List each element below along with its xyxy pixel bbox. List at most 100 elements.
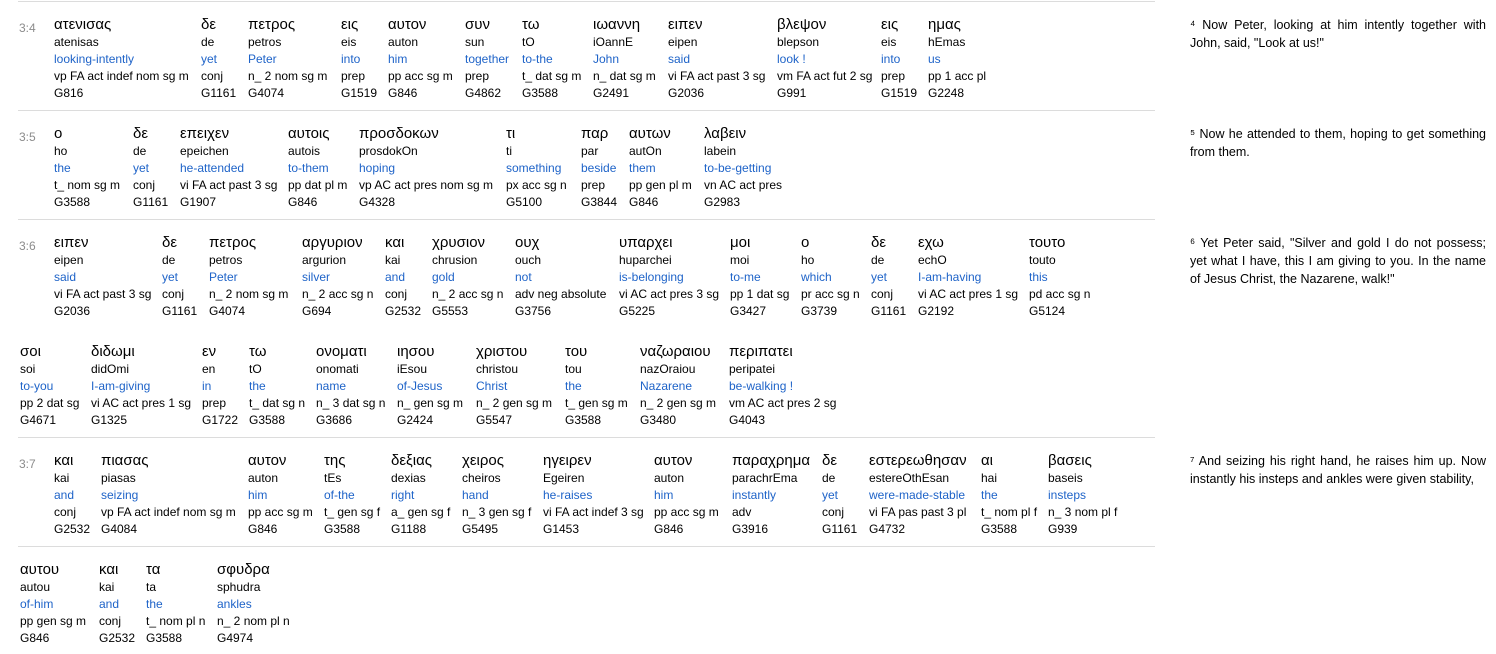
greek-word: αργυριον (302, 234, 363, 251)
strongs-number: G3588 (146, 631, 183, 645)
strongs-number: G3686 (316, 413, 353, 427)
strongs-number: G2532 (385, 304, 422, 318)
parsing-code: n_ dat sg m (593, 69, 656, 83)
transliteration: petros (209, 253, 243, 267)
parsing-code: vm AC act pres 2 sg (729, 396, 837, 410)
greek-word: και (99, 561, 119, 578)
parsing-code: pp 1 dat sg (730, 287, 790, 301)
verse-number: 3:6 (19, 239, 36, 253)
transliteration: autOn (629, 144, 662, 158)
greek-word: χριστου (476, 343, 528, 360)
english-gloss: the (981, 488, 998, 502)
transliteration: ti (506, 144, 512, 158)
transliteration: didOmi (91, 362, 130, 376)
strongs-number: G1161 (871, 304, 907, 318)
greek-word: δε (822, 452, 838, 469)
english-gloss: into (341, 52, 361, 66)
greek-word: σοι (20, 343, 41, 360)
transliteration: ouch (515, 253, 542, 267)
interlinear-panel: 3:4 ατενισας atenisas looking-intently vp F… (0, 0, 1160, 654)
english-gloss: yet (133, 161, 150, 175)
strongs-number: G4074 (209, 304, 246, 318)
parsing-code: n_ 2 nom sg m (209, 287, 289, 301)
strongs-number: G1188 (391, 522, 427, 536)
greek-word: τω (249, 343, 267, 360)
strongs-number: G2424 (397, 413, 434, 427)
transliteration: en (202, 362, 216, 376)
english-gloss: hand (462, 488, 489, 502)
separator (18, 110, 1155, 111)
greek-word: υπαρχει (619, 234, 673, 251)
parsing-code: px acc sg n (506, 178, 567, 192)
parsing-code: t_ dat sg n (249, 396, 306, 410)
strongs-number: G3588 (54, 195, 91, 209)
strongs-number: G4671 (20, 413, 57, 427)
english-gloss: yet (162, 270, 179, 284)
strongs-number: G3844 (581, 195, 618, 209)
greek-word: πετρος (209, 234, 257, 251)
greek-word: ο (54, 125, 63, 142)
strongs-number: G3588 (249, 413, 286, 427)
parsing-code: vi FA act past 3 sg (180, 178, 278, 192)
english-gloss: said (54, 270, 77, 284)
transliteration: kai (385, 253, 401, 267)
parsing-code: t_ nom sg m (54, 178, 121, 192)
transliteration: iOannE (593, 35, 634, 49)
parsing-code: n_ 3 dat sg n (316, 396, 386, 410)
parsing-code: vp FA act indef nom sg m (54, 69, 189, 83)
transliteration: eipen (668, 35, 698, 49)
greek-word: ειπεν (668, 16, 703, 33)
strongs-number: G2491 (593, 86, 630, 100)
greek-word: αυτον (388, 16, 427, 33)
transliteration: eipen (54, 253, 84, 267)
greek-word: χρυσιον (432, 234, 486, 251)
greek-word: ναζωραιου (640, 343, 711, 360)
strongs-number: G5100 (506, 195, 543, 209)
english-gloss: and (99, 597, 120, 611)
english-gloss: he-raises (543, 488, 593, 502)
english-gloss: of-the (324, 488, 355, 502)
greek-word: εχω (918, 234, 944, 251)
strongs-number: G3427 (730, 304, 767, 318)
english-gloss: not (515, 270, 532, 284)
translation-3-4: ⁴ Now Peter, looking at him intently tog… (1190, 18, 1486, 50)
transliteration: tEs (324, 471, 342, 485)
parsing-code: n_ 2 nom pl n (217, 614, 290, 628)
transliteration: touto (1029, 253, 1056, 267)
english-gloss: instantly (732, 488, 777, 502)
parsing-code: conj (162, 287, 185, 301)
greek-word: εστερεωθησαν (869, 452, 967, 469)
translation-3-6: ⁶ Yet Peter said, "Silver and gold I do … (1190, 236, 1486, 286)
english-gloss: of-him (20, 597, 54, 611)
english-gloss: is-belonging (619, 270, 684, 284)
parsing-code: n_ 2 acc sg n (432, 287, 504, 301)
transliteration: autois (288, 144, 321, 158)
greek-word: του (565, 343, 588, 360)
english-gloss: and (385, 270, 406, 284)
english-gloss: them (629, 161, 656, 175)
transliteration: Egeiren (543, 471, 585, 485)
verse-number: 3:7 (19, 457, 36, 471)
english-gloss: him (248, 488, 268, 502)
parsing-code: pp 2 dat sg (20, 396, 80, 410)
transliteration: ho (54, 144, 68, 158)
parsing-code: t_ gen sg f (324, 505, 381, 519)
english-gloss: silver (302, 270, 331, 284)
greek-word: ουχ (515, 234, 540, 251)
parsing-code: pp acc sg m (388, 69, 453, 83)
transliteration: tou (565, 362, 582, 376)
transliteration: labein (704, 144, 737, 158)
english-gloss: said (668, 52, 691, 66)
parsing-code: pp acc sg m (654, 505, 719, 519)
strongs-number: G5124 (1029, 304, 1066, 318)
greek-word: επειχεν (180, 125, 230, 142)
english-gloss: the (54, 161, 71, 175)
parsing-code: n_ 2 nom sg m (248, 69, 328, 83)
english-gloss: yet (871, 270, 888, 284)
strongs-number: G1907 (180, 195, 217, 209)
parsing-code: prep (202, 396, 227, 410)
strongs-number: G1161 (822, 522, 858, 536)
english-gloss: Peter (209, 270, 238, 284)
english-gloss: which (801, 270, 832, 284)
english-gloss: in (202, 379, 212, 393)
